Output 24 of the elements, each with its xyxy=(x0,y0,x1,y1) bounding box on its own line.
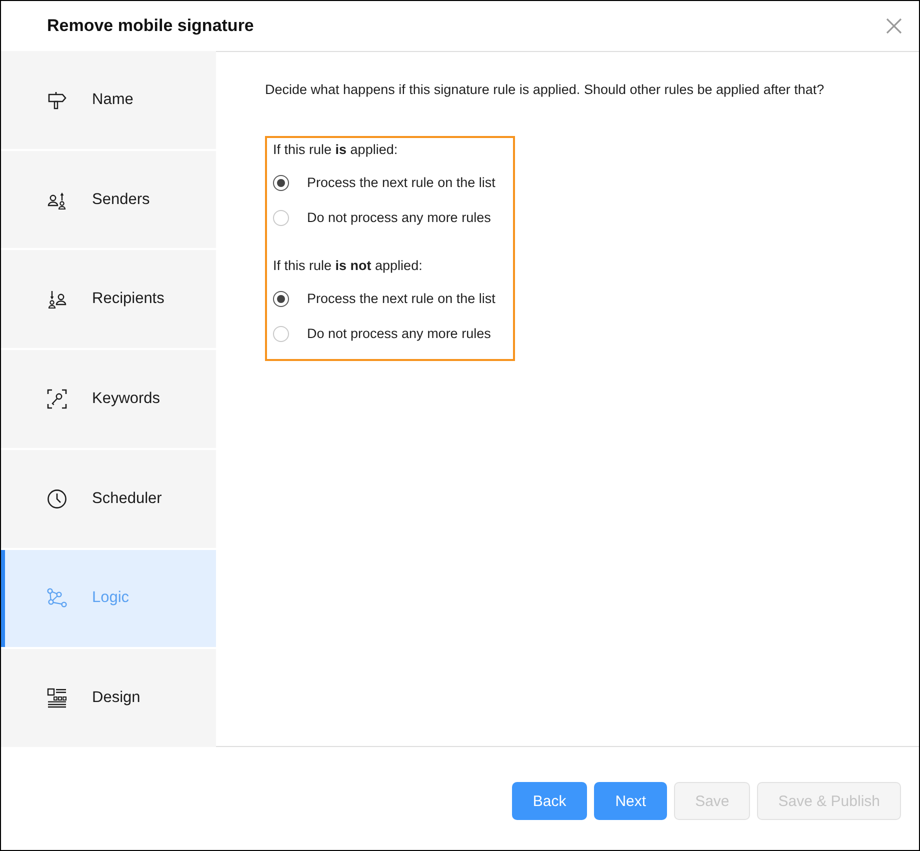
close-icon xyxy=(886,18,902,34)
group-heading: If this rule is applied: xyxy=(273,141,399,159)
sidebar-item[interactable]: Design xyxy=(1,649,216,748)
radio-button[interactable] xyxy=(273,290,289,306)
sidebar-item[interactable]: Scheduler xyxy=(1,450,216,548)
signpost-icon xyxy=(47,90,67,110)
clock-icon xyxy=(47,488,67,509)
key-frame-icon xyxy=(47,389,67,410)
option-label[interactable]: Do not process any more rules xyxy=(307,324,491,342)
close-button[interactable] xyxy=(886,18,902,34)
layout-icon xyxy=(47,688,67,708)
group-heading: If this rule is not applied: xyxy=(273,257,424,275)
radio-button[interactable] xyxy=(273,174,289,190)
sidebar-item[interactable]: Keywords xyxy=(1,350,216,448)
option-label[interactable]: Process the next rule on the list xyxy=(307,174,496,192)
sidebar-item[interactable]: Name xyxy=(1,51,216,149)
node-graph-icon xyxy=(47,588,67,608)
dialog-title: Remove mobile signature xyxy=(47,16,254,36)
sidebar-item[interactable]: Senders xyxy=(1,150,216,248)
option-label[interactable]: Do not process any more rules xyxy=(307,208,491,226)
description-text: Decide what happens if this signature rule is applied. Should other rules be applied after that? xyxy=(265,81,826,99)
person-down-arrow-icon xyxy=(47,289,67,310)
option-label[interactable]: Process the next rule on the list xyxy=(307,290,496,308)
sidebar-item[interactable]: Recipients xyxy=(1,250,216,348)
